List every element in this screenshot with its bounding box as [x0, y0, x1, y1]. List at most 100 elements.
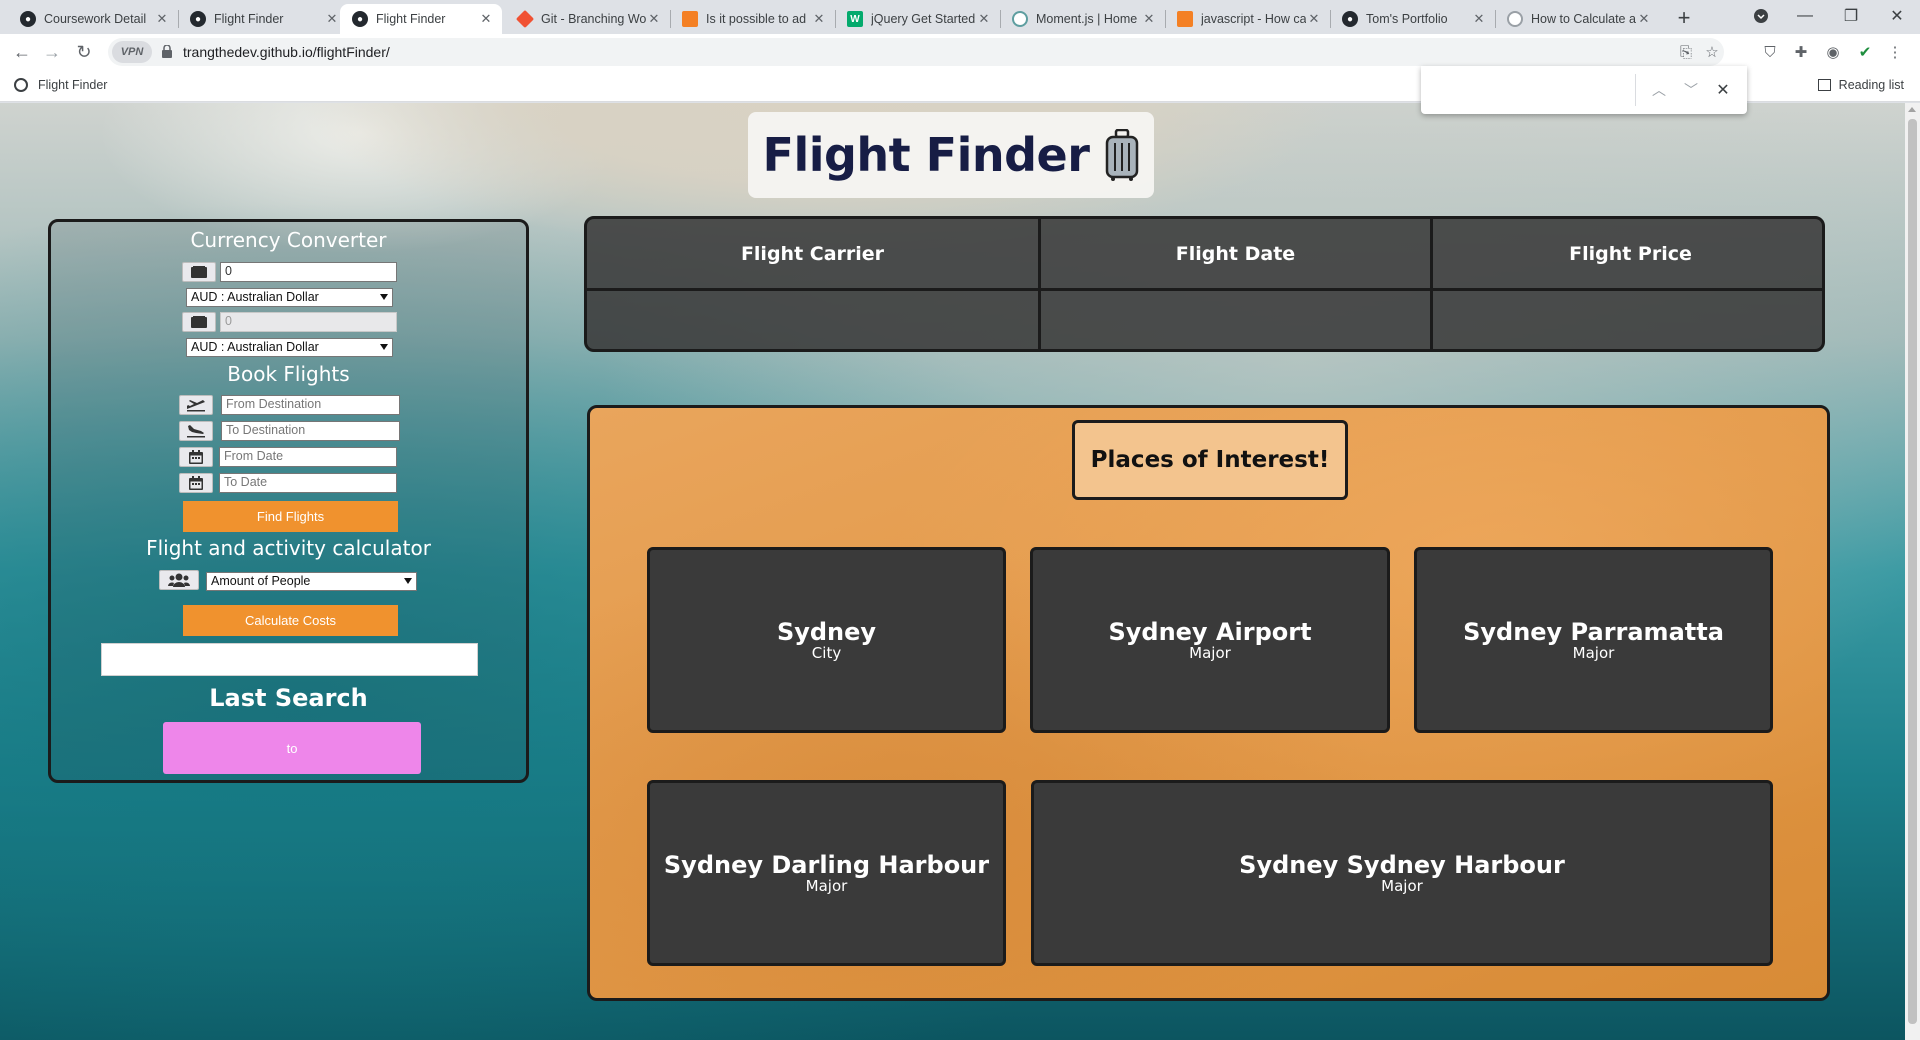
profile-icon[interactable]: ◉: [1823, 42, 1843, 62]
tab-9[interactable]: How to Calculate a ✕: [1495, 4, 1660, 34]
find-bar: ︿ ﹀ ✕: [1421, 66, 1747, 114]
reload-button[interactable]: ↻: [70, 38, 98, 66]
find-previous-icon[interactable]: ︿: [1647, 78, 1671, 102]
forward-button[interactable]: →: [38, 38, 66, 66]
luggage-icon: [1106, 129, 1139, 181]
star-icon[interactable]: ☆: [1702, 42, 1722, 62]
close-icon[interactable]: ✕: [478, 11, 494, 27]
column-header: Flight Date: [1041, 219, 1430, 291]
plane-arrival-icon: [179, 421, 213, 441]
tab-3[interactable]: Git - Branching Wo ✕: [505, 4, 670, 34]
close-icon[interactable]: ✕: [1141, 11, 1157, 27]
tab-5[interactable]: W jQuery Get Started ✕: [835, 4, 1000, 34]
tab-title: jQuery Get Started: [871, 12, 976, 26]
tab-0[interactable]: ● Coursework Detail ✕: [8, 4, 178, 34]
users-icon: [159, 570, 199, 590]
bookmark-label: Flight Finder: [38, 78, 108, 92]
tab-6[interactable]: Moment.js | Home ✕: [1000, 4, 1165, 34]
column-flight-price: Flight Price: [1433, 219, 1822, 349]
to-date-input[interactable]: To Date: [219, 473, 397, 493]
place-card[interactable]: Sydney Darling Harbour Major: [647, 780, 1006, 966]
dot-icon: [1507, 11, 1523, 27]
from-date-input[interactable]: From Date: [219, 447, 397, 467]
place-card[interactable]: Sydney Airport Major: [1030, 547, 1390, 733]
calendar-icon: [179, 473, 213, 493]
reading-list-button[interactable]: Reading list: [1817, 78, 1904, 92]
close-icon[interactable]: ✕: [811, 11, 827, 27]
column-flight-date: Flight Date: [1041, 219, 1433, 349]
scroll-up-icon[interactable]: [1908, 107, 1916, 112]
stackoverflow-icon: [1177, 11, 1193, 27]
close-icon[interactable]: ✕: [324, 11, 340, 27]
page-action-icon[interactable]: ⎘: [1676, 42, 1696, 62]
minimize-button[interactable]: —: [1782, 0, 1828, 32]
place-card[interactable]: Sydney Parramatta Major: [1414, 547, 1773, 733]
back-button[interactable]: ←: [8, 38, 36, 66]
place-card[interactable]: Sydney City: [647, 547, 1006, 733]
kebab-menu-icon[interactable]: ⋮: [1885, 42, 1905, 62]
github-icon: ●: [20, 11, 36, 27]
to-destination-input[interactable]: To Destination: [221, 421, 400, 441]
find-next-icon[interactable]: ﹀: [1679, 78, 1703, 102]
find-flights-button[interactable]: Find Flights: [183, 501, 398, 532]
vpn-badge[interactable]: VPN: [112, 41, 152, 63]
amount-input[interactable]: 0: [220, 262, 397, 282]
reading-list-label: Reading list: [1838, 78, 1904, 92]
tab-1[interactable]: ● Flight Finder ✕: [178, 4, 348, 34]
people-select[interactable]: Amount of People: [206, 572, 417, 591]
wallet-icon: [182, 262, 216, 282]
tab-7[interactable]: javascript - How ca ✕: [1165, 4, 1330, 34]
last-search-button[interactable]: to: [163, 722, 421, 774]
address-bar[interactable]: VPN trangthedev.github.io/flightFinder/ …: [108, 38, 1724, 66]
column-header: Flight Price: [1433, 219, 1822, 291]
puzzle-icon[interactable]: ✚: [1791, 42, 1811, 62]
close-window-button[interactable]: ✕: [1874, 0, 1920, 32]
github-icon: ●: [352, 11, 368, 27]
tab-title: How to Calculate a: [1531, 12, 1636, 26]
place-type: Major: [1189, 644, 1231, 662]
extension-shield-icon[interactable]: ⛉: [1760, 42, 1780, 62]
wallet-icon: [182, 312, 216, 332]
scrollbar-thumb[interactable]: [1908, 119, 1917, 1024]
tab-4[interactable]: Is it possible to ad ✕: [670, 4, 835, 34]
tab-title: Git - Branching Wo: [541, 12, 646, 26]
from-destination-input[interactable]: From Destination: [221, 395, 400, 415]
tab-title: Coursework Detail: [44, 12, 147, 26]
from-currency-select[interactable]: AUD : Australian Dollar: [186, 288, 393, 307]
search-panel: Currency Converter 0 AUD : Australian Do…: [48, 219, 529, 783]
chevron-down-icon: [1754, 9, 1768, 23]
stackoverflow-icon: [682, 11, 698, 27]
people-select-value: Amount of People: [211, 574, 311, 588]
to-currency-select[interactable]: AUD : Australian Dollar: [186, 338, 393, 357]
close-icon[interactable]: ✕: [154, 11, 170, 27]
last-search-heading: Last Search: [209, 684, 368, 712]
calculator-heading: Flight and activity calculator: [146, 536, 431, 560]
github-icon: ●: [190, 11, 206, 27]
close-icon[interactable]: ✕: [1306, 11, 1322, 27]
tab-8[interactable]: ● Tom's Portfolio ✕: [1330, 4, 1495, 34]
lock-icon[interactable]: [162, 45, 172, 58]
close-icon[interactable]: ✕: [646, 11, 662, 27]
find-input[interactable]: [1431, 76, 1627, 104]
close-icon[interactable]: ✕: [1471, 11, 1487, 27]
tab-title: Tom's Portfolio: [1366, 12, 1448, 26]
column-header: Flight Carrier: [587, 219, 1038, 291]
calculate-costs-button[interactable]: Calculate Costs: [183, 605, 398, 636]
bookmark-flight-finder[interactable]: Flight Finder: [14, 78, 107, 92]
new-tab-button[interactable]: +: [1670, 6, 1698, 30]
find-close-icon[interactable]: ✕: [1711, 78, 1735, 102]
tab-title: Flight Finder: [376, 12, 446, 26]
place-card[interactable]: Sydney Sydney Harbour Major: [1031, 780, 1773, 966]
url-text[interactable]: trangthedev.github.io/flightFinder/: [183, 44, 390, 60]
tab-search-button[interactable]: [1738, 0, 1784, 32]
place-name: Sydney: [776, 618, 877, 646]
maximize-button[interactable]: ❐: [1828, 0, 1874, 32]
globe-icon: [14, 78, 28, 92]
close-icon[interactable]: ✕: [1636, 11, 1652, 27]
page-scrollbar[interactable]: [1905, 103, 1920, 1040]
tab-2-active[interactable]: ● Flight Finder ✕: [340, 4, 502, 34]
security-check-icon[interactable]: ✔: [1855, 42, 1875, 62]
close-icon[interactable]: ✕: [976, 11, 992, 27]
book-flights-heading: Book Flights: [227, 362, 350, 386]
place-type: Major: [1381, 877, 1423, 895]
